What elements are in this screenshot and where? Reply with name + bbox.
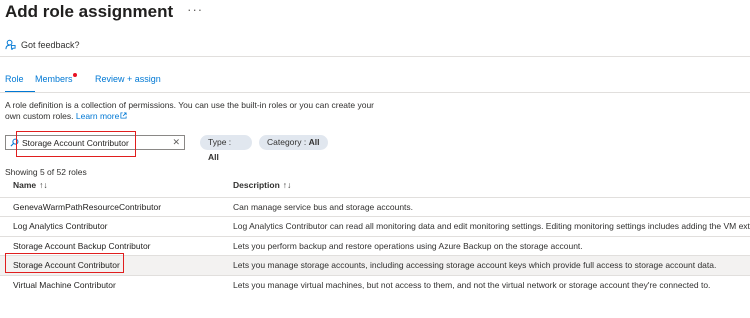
tab-label: Members <box>35 74 73 84</box>
row-highlight-box <box>5 253 124 273</box>
table-header: Name ↑↓ Description ↑↓ <box>0 180 750 194</box>
type-filter-label: Type : <box>208 137 232 147</box>
tab-role[interactable]: Role <box>5 74 35 93</box>
role-name: GenevaWarmPathResourceContributor <box>13 202 162 212</box>
page-title: Add role assignment <box>5 2 174 21</box>
table-row[interactable]: Virtual Machine Contributor Lets you man… <box>0 274 750 294</box>
learn-more-link[interactable]: Learn more <box>76 111 127 121</box>
results-count: Showing 5 of 52 roles <box>5 167 87 177</box>
role-description: A role definition is a collection of per… <box>5 100 375 122</box>
role-description-cell: Lets you manage virtual machines, but no… <box>233 279 711 290</box>
sort-icon: ↑↓ <box>282 180 292 190</box>
feedback-icon <box>5 39 16 50</box>
tab-bar: Role Members Review + assign <box>5 73 175 93</box>
table-row[interactable]: GenevaWarmPathResourceContributor Can ma… <box>0 197 750 216</box>
column-label: Description <box>233 180 280 190</box>
sort-icon: ↑↓ <box>39 180 48 190</box>
role-name: Log Analytics Contributor <box>13 221 108 232</box>
clear-search-icon[interactable]: ✕ <box>172 136 180 149</box>
role-description-cell: Log Analytics Contributor can read all m… <box>233 221 750 232</box>
members-required-dot <box>73 73 77 77</box>
learn-more-label: Learn more <box>75 111 120 121</box>
table-row[interactable]: Log Analytics Contributor Log Analytics … <box>0 216 750 235</box>
column-label: Name <box>13 180 37 190</box>
type-filter-value: All <box>208 152 219 162</box>
category-filter[interactable]: Category : All <box>259 135 328 150</box>
category-filter-value: All <box>308 137 320 147</box>
role-name: Virtual Machine Contributor <box>13 279 116 290</box>
feedback-label: Got feedback? <box>21 39 80 50</box>
column-name-header[interactable]: Name ↑↓ <box>13 180 48 190</box>
external-link-icon <box>120 112 127 119</box>
search-highlight-box <box>16 131 136 157</box>
role-description-cell: Can manage service bus and storage accou… <box>233 202 414 212</box>
divider <box>0 56 750 57</box>
tab-review-assign[interactable]: Review + assign <box>95 74 175 90</box>
role-description-cell: Lets you manage storage accounts, includ… <box>233 260 717 271</box>
column-description-header[interactable]: Description ↑↓ <box>233 180 291 190</box>
tab-label: Review + assign <box>95 74 161 84</box>
tabs-divider <box>0 92 750 93</box>
role-description-cell: Lets you perform backup and restore oper… <box>233 240 583 251</box>
roles-table: GenevaWarmPathResourceContributor Can ma… <box>0 197 750 294</box>
tab-members[interactable]: Members <box>35 73 95 90</box>
header-bar: Add role assignment ··· <box>5 0 203 24</box>
tab-label: Role <box>5 74 24 84</box>
description-text: A role definition is a collection of per… <box>5 100 375 121</box>
category-filter-label: Category : <box>267 137 309 147</box>
more-options-icon[interactable]: ··· <box>187 2 203 17</box>
type-filter[interactable]: Type : All <box>200 135 252 162</box>
role-name: Storage Account Backup Contributor <box>13 240 151 251</box>
feedback-link[interactable]: Got feedback? <box>5 39 80 50</box>
